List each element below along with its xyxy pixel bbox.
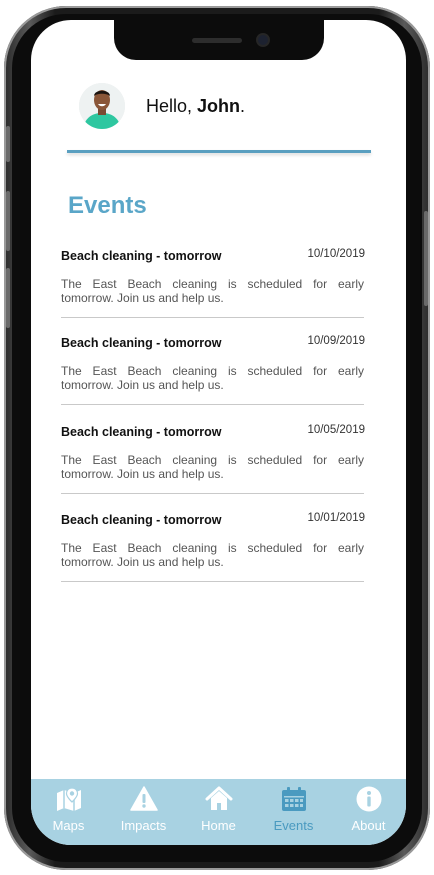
nav-label: Impacts xyxy=(120,818,167,833)
event-date: 10/10/2019 xyxy=(307,248,365,260)
event-divider xyxy=(61,581,364,582)
page-title: Events xyxy=(68,192,147,219)
event-title: Beach cleaning - tomorrow xyxy=(61,249,222,263)
greeting-prefix: Hello, xyxy=(146,96,198,116)
bottom-nav: Maps Impacts Home Events About xyxy=(31,779,406,845)
app-screen: Hello, John. Events Beach cleaning - tom… xyxy=(31,20,406,845)
silent-switch xyxy=(6,126,10,162)
speaker-grille xyxy=(192,38,242,43)
volume-up-button xyxy=(6,191,10,251)
event-description: The East Beach cleaning is scheduled for… xyxy=(61,364,364,392)
nav-events[interactable]: Events xyxy=(256,779,331,845)
nav-label: Home xyxy=(201,818,236,833)
event-title: Beach cleaning - tomorrow xyxy=(61,336,222,350)
front-camera xyxy=(258,35,268,45)
nav-about[interactable]: About xyxy=(331,779,406,845)
header-divider xyxy=(67,150,371,153)
event-divider xyxy=(61,404,364,405)
nav-label: Events xyxy=(273,818,314,833)
event-date: 10/09/2019 xyxy=(307,335,365,347)
event-title: Beach cleaning - tomorrow xyxy=(61,513,222,527)
nav-label: About xyxy=(351,818,386,833)
nav-maps[interactable]: Maps xyxy=(31,779,106,845)
volume-down-button xyxy=(6,268,10,328)
event-date: 10/01/2019 xyxy=(307,512,365,524)
nav-impacts[interactable]: Impacts xyxy=(106,779,181,845)
user-name: John xyxy=(197,96,241,116)
greeting-suffix: . xyxy=(240,96,246,116)
power-button xyxy=(424,211,428,306)
avatar-image xyxy=(79,83,125,129)
event-description: The East Beach cleaning is scheduled for… xyxy=(61,541,364,569)
map-icon xyxy=(56,787,81,811)
event-divider xyxy=(61,317,364,318)
warning-icon xyxy=(129,786,158,811)
greeting-text: Hello, John. xyxy=(146,96,245,117)
home-icon xyxy=(205,786,232,810)
avatar[interactable] xyxy=(79,83,125,129)
nav-home[interactable]: Home xyxy=(181,779,256,845)
phone-notch xyxy=(114,20,324,60)
event-description: The East Beach cleaning is scheduled for… xyxy=(61,453,364,481)
info-icon xyxy=(356,786,381,812)
calendar-icon xyxy=(281,787,306,811)
event-title: Beach cleaning - tomorrow xyxy=(61,425,222,439)
nav-label: Maps xyxy=(52,818,85,833)
event-description: The East Beach cleaning is scheduled for… xyxy=(61,277,364,305)
event-date: 10/05/2019 xyxy=(307,424,365,436)
event-divider xyxy=(61,493,364,494)
